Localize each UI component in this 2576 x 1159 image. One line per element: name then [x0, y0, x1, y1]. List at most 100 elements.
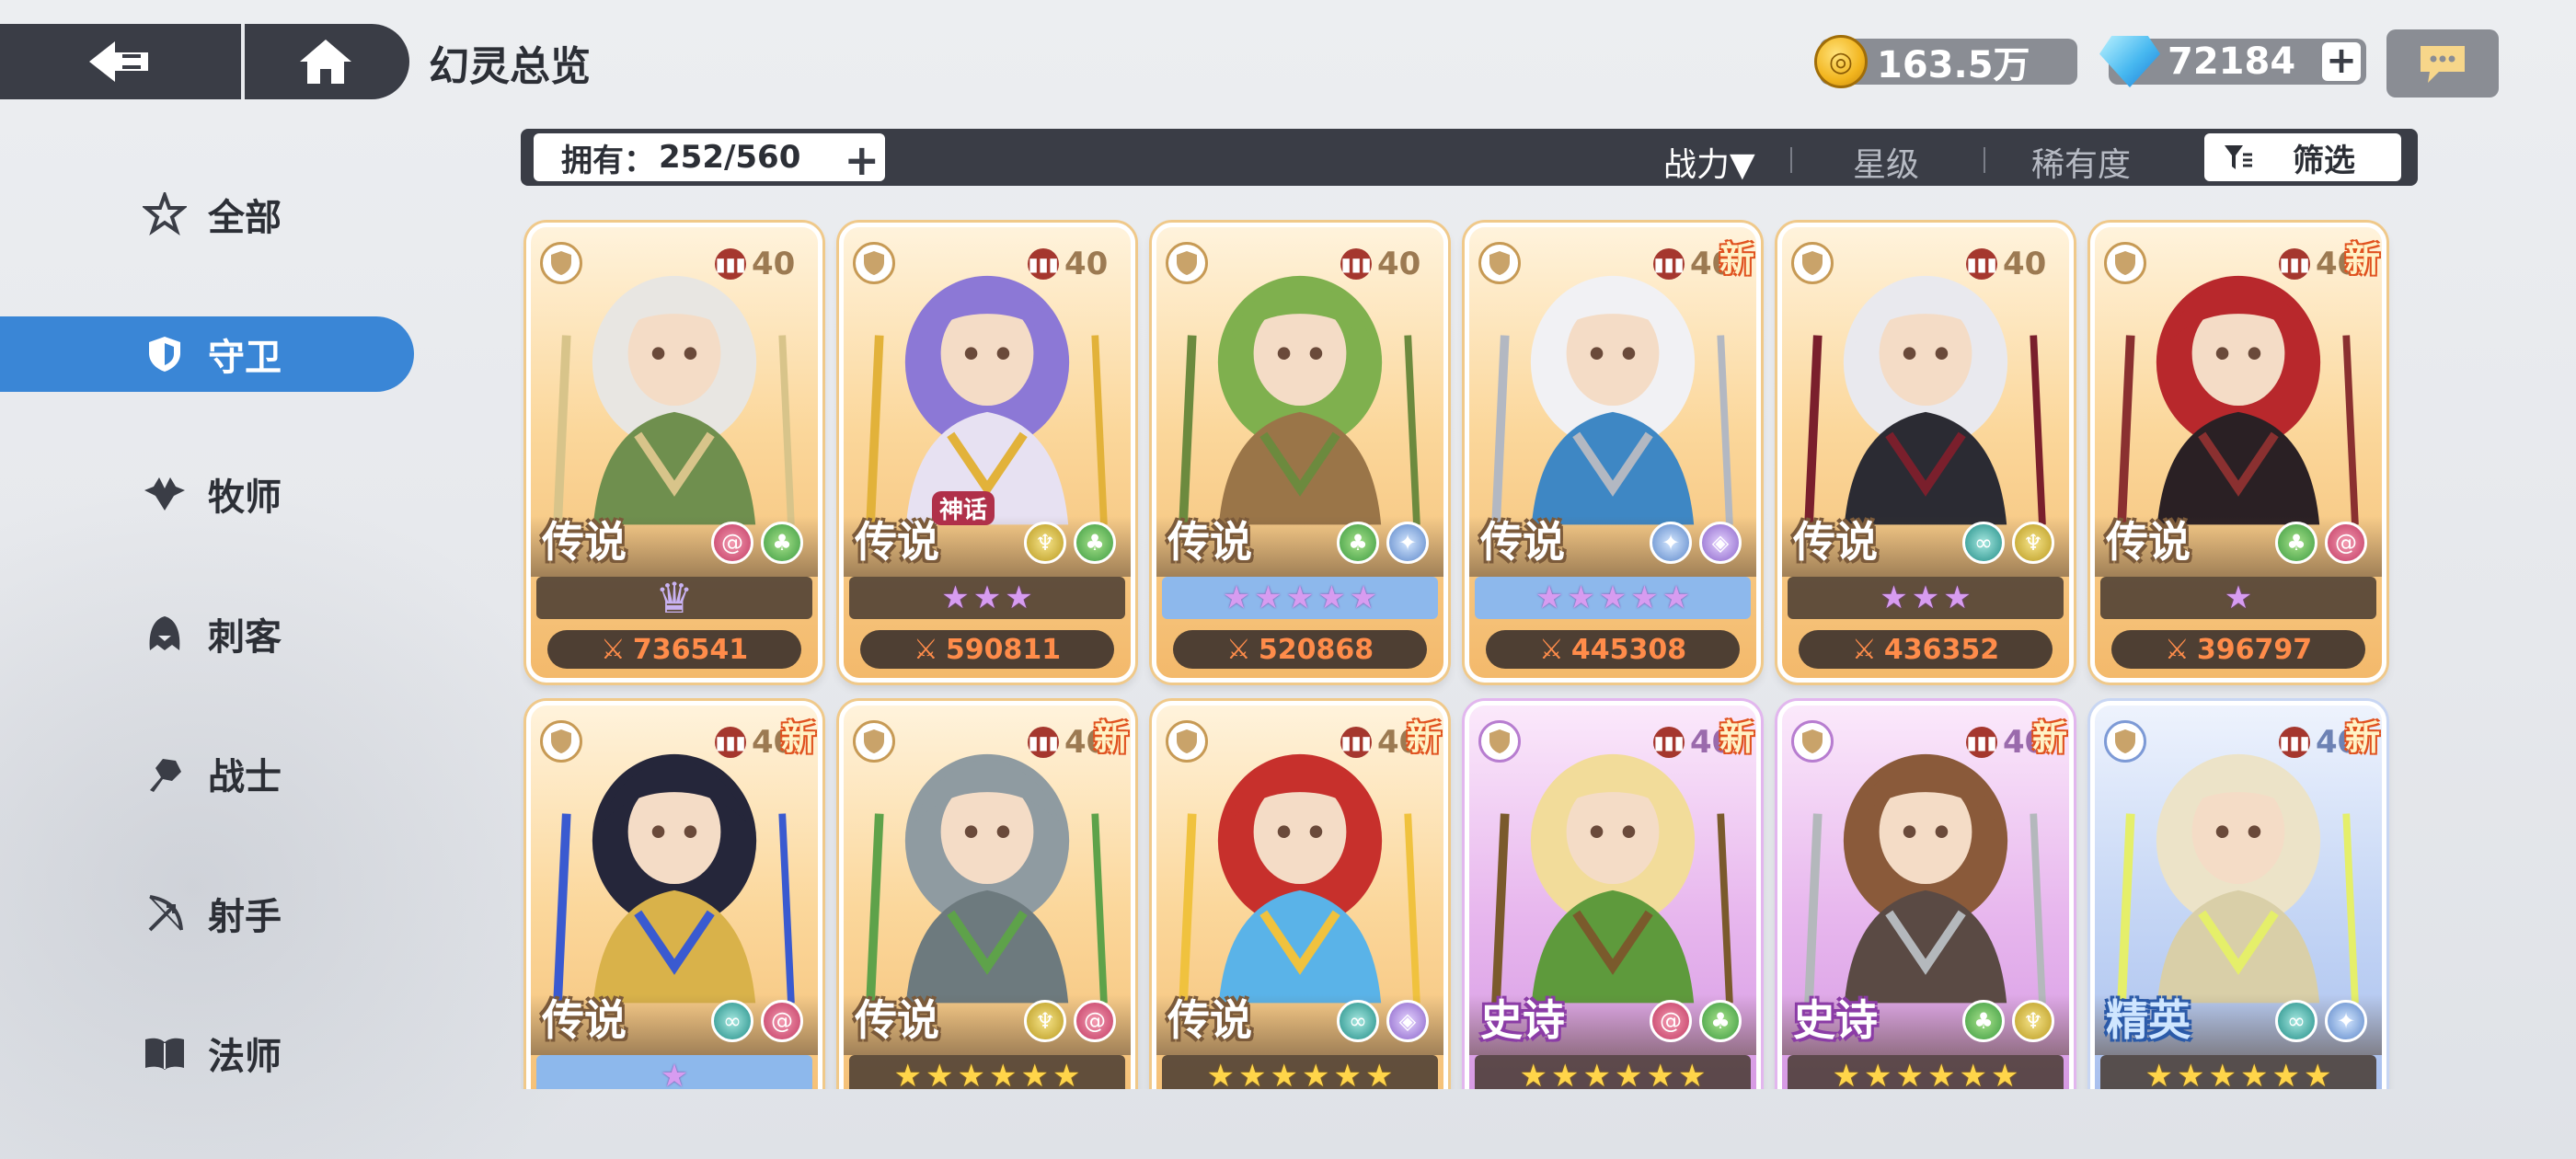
star-icon: ★ — [1567, 580, 1595, 616]
star-icon: ★ — [972, 580, 1002, 616]
leaf-element-icon: ♣ — [1699, 1000, 1742, 1042]
star-icon: ★ — [1333, 1058, 1362, 1089]
star-icon: ★ — [2224, 580, 2253, 616]
spirit-card[interactable]: ▮▮▮ 40 传说 神话 ♆ ♣ ★ ★ ★ ⚔ 590811 — [839, 223, 1135, 683]
star-icon: ★ — [2177, 1058, 2205, 1089]
power-value: 445308 — [1570, 633, 1687, 666]
leaf-element-icon: ♣ — [1962, 1000, 2005, 1042]
sort-by-rarity[interactable]: 稀有度 — [2031, 138, 2131, 186]
swirl-element-icon: @ — [2325, 522, 2367, 564]
element-icons: @ ♣ — [1650, 1000, 1742, 1042]
back-button[interactable] — [0, 24, 241, 99]
element-icons: ♣ ✦ — [1337, 522, 1429, 564]
spirit-card[interactable]: ▮▮▮ 40 新精英 ∞ ✦ ★ ★ ★ ★ ★ ★ — [2090, 701, 2386, 1089]
star-icon: ★ — [2240, 1058, 2269, 1089]
rarity-label: 传说 — [855, 517, 939, 567]
level-value: 40 — [1377, 246, 1421, 282]
star-icon: ★ — [2303, 1058, 2332, 1089]
element-icons: ✦ ◈ — [1650, 522, 1742, 564]
star-icon: ★ — [2271, 1058, 2300, 1089]
star-rating: ★ ★ ★ ★ ★ — [1475, 577, 1751, 619]
new-badge: 新 — [780, 717, 816, 758]
rarity-label: 传说 — [1793, 517, 1878, 567]
star-icon: ★ — [1911, 580, 1940, 616]
level-value: 40 — [1064, 246, 1109, 282]
sidebar-item-5[interactable]: 战士 — [0, 736, 414, 811]
leaf-element-icon: ♣ — [761, 522, 803, 564]
guard-class-icon — [853, 720, 895, 763]
new-badge: 新 — [2031, 717, 2067, 758]
chat-button[interactable] — [2386, 29, 2499, 98]
star-rating: ★ ★ ★ — [1788, 577, 2064, 619]
star-element-icon: ✦ — [2325, 1000, 2367, 1042]
sidebar-item-4[interactable]: 刺客 — [0, 596, 414, 671]
element-icons: ♣ @ — [2275, 522, 2367, 564]
rarity-label: 传说 — [1167, 517, 1252, 567]
funnel-icon — [2225, 145, 2252, 169]
power-value: 396797 — [2196, 633, 2313, 666]
gold-element-icon: ♆ — [2012, 1000, 2054, 1042]
star-icon: ★ — [1285, 580, 1315, 616]
gem-counter: 72184 + — [2099, 36, 2366, 87]
new-badge: 新 — [1093, 717, 1129, 758]
top-nav — [0, 24, 409, 99]
sidebar-item-2[interactable]: 守卫 — [0, 316, 414, 392]
sort-by-star[interactable]: 星级 — [1853, 138, 1919, 186]
spirit-card[interactable]: ▮▮▮ 40 传说 @ ♣ ♛ ⚔ 736541 — [526, 223, 822, 683]
spirit-card[interactable]: ▮▮▮ 40 传说 ♣ ✦ ★ ★ ★ ★ ★ ⚔ 520868 — [1152, 223, 1448, 683]
fist-icon — [142, 753, 188, 794]
sidebar-item-label: 牧师 — [208, 476, 282, 519]
level-bars-icon: ▮▮▮ — [1340, 727, 1372, 758]
spirit-card[interactable]: ▮▮▮ 40 新传说 ∞ ◈ ★ ★ ★ ★ ★ ★ — [1152, 701, 1448, 1089]
swords-icon: ⚔ — [1538, 633, 1564, 666]
star-element-icon: ✦ — [1386, 522, 1429, 564]
loop-element-icon: ∞ — [1962, 522, 2005, 564]
guard-class-icon — [1166, 720, 1208, 763]
back-arrow-icon — [89, 41, 148, 82]
guard-class-icon — [1791, 242, 1834, 284]
spirit-card[interactable]: ▮▮▮ 40 传说 ∞ ♆ ★ ★ ★ ⚔ 436352 — [1777, 223, 2074, 683]
spirit-card[interactable]: ▮▮▮ 40 新史诗 ♣ ♆ ★ ★ ★ ★ ★ ★ — [1777, 701, 2074, 1089]
sidebar-item-6[interactable]: 射手 — [0, 876, 414, 951]
level-bars-icon: ▮▮▮ — [1966, 248, 1997, 280]
gold-counter: ◎ 163.5万 — [1814, 35, 2077, 88]
star-icon: ★ — [893, 1058, 923, 1089]
swords-icon: ⚔ — [2164, 633, 2190, 666]
level-bars-icon: ▮▮▮ — [2279, 248, 2310, 280]
loop-element-icon: ∞ — [1337, 1000, 1379, 1042]
spirit-card[interactable]: ▮▮▮ 40 新传说 ∞ @ ★ — [526, 701, 822, 1089]
book-icon — [142, 1035, 188, 1072]
sidebar-item-3[interactable]: 牧师 — [0, 456, 414, 532]
add-gems-button[interactable]: + — [2322, 42, 2361, 81]
home-button[interactable] — [245, 24, 406, 99]
sidebar-item-1[interactable]: 全部 — [0, 177, 414, 252]
level-bars-icon: ▮▮▮ — [1653, 248, 1685, 280]
filter-button[interactable]: 筛选 — [2204, 133, 2401, 181]
level-bars-icon: ▮▮▮ — [1653, 727, 1685, 758]
star-icon: ★ — [1005, 580, 1033, 616]
rarity-label: 传说 — [542, 517, 627, 567]
sort-separator — [1790, 147, 1792, 173]
level-indicator: ▮▮▮ 40 — [1966, 246, 2046, 282]
star-icon: ★ — [1317, 580, 1346, 616]
page-title: 幻灵总览 — [429, 43, 591, 90]
spirit-card[interactable]: ▮▮▮ 40 新传说 ♣ @ ★ ⚔ 396797 — [2090, 223, 2386, 683]
spirit-card[interactable]: ▮▮▮ 40 新传说 ♆ @ ★ ★ ★ ★ ★ ★ — [839, 701, 1135, 1089]
sort-by-power[interactable]: 战力▼ — [1663, 138, 1755, 186]
star-icon: ★ — [1598, 580, 1627, 616]
level-bars-icon: ▮▮▮ — [1028, 248, 1059, 280]
sidebar-item-7[interactable]: 法师 — [0, 1016, 414, 1091]
expand-slots-button[interactable]: + — [844, 135, 880, 185]
star-icon: ★ — [1615, 1058, 1643, 1089]
sort-separator — [1984, 147, 1985, 173]
star-icon: ★ — [1020, 1058, 1049, 1089]
spirit-card[interactable]: ▮▮▮ 40 新史诗 @ ♣ ★ ★ ★ ★ ★ ★ — [1465, 701, 1761, 1089]
spirit-card-grid: ▮▮▮ 40 传说 @ ♣ ♛ ⚔ 736541 ▮▮▮ 40 传说 神话 ♆ ♣ ★ ★ ★ ⚔ 590811 ▮▮… — [521, 217, 2398, 1089]
spirit-card[interactable]: ▮▮▮ 40 新传说 ✦ ◈ ★ ★ ★ ★ ★ ⚔ 445308 — [1465, 223, 1761, 683]
myth-tag: 神话 — [932, 491, 995, 525]
level-bars-icon: ▮▮▮ — [715, 727, 746, 758]
rarity-label: 传说 — [1480, 517, 1565, 567]
leaf-element-icon: ♣ — [1074, 522, 1116, 564]
owned-count[interactable]: 拥有： 252/560 + — [534, 133, 885, 185]
new-badge: 新 — [2344, 239, 2380, 280]
